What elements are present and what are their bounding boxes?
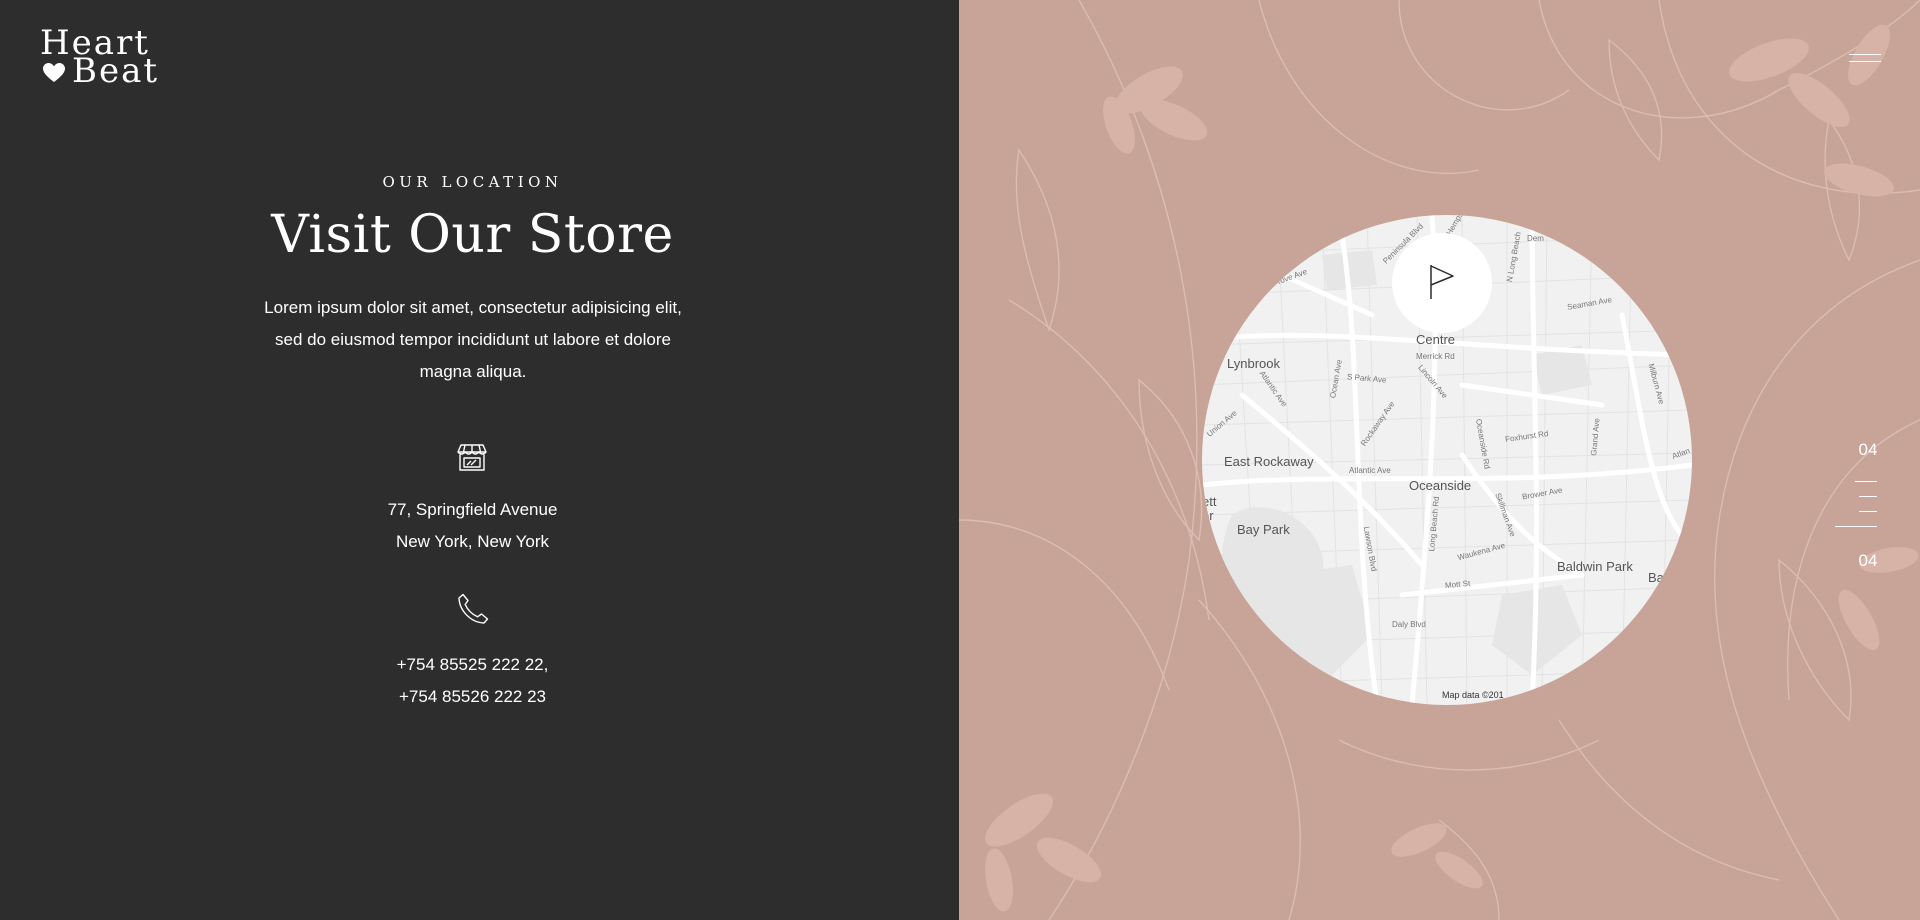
map-place-ett: ett (1202, 494, 1217, 509)
map-street-daly: Daly Blvd (1392, 620, 1426, 629)
pager-total: 04 (1858, 551, 1878, 570)
map-street-atlantic-2: Atlantic Ave (1349, 466, 1391, 475)
pager-tick-active[interactable] (1835, 526, 1877, 527)
map-place-baldwin-park: Baldwin Park (1557, 559, 1633, 574)
address-line-2: New York, New York (395, 532, 550, 551)
heart-icon (43, 63, 65, 82)
right-panel: Lynbrook Centre East Rockaway Oceanside … (959, 0, 1920, 920)
pager-tick[interactable] (1859, 511, 1877, 512)
intro-text: Lorem ipsum dolor sit amet, consectetur … (264, 298, 682, 381)
logo-text-beat: Beat (72, 51, 160, 91)
menu-icon-line-bottom (1849, 61, 1881, 62)
map-place-east-rockaway: East Rockaway (1224, 454, 1314, 469)
map-place-lynbrook: Lynbrook (1227, 356, 1280, 371)
map-place-bay-park: Bay Park (1237, 522, 1290, 537)
menu-button[interactable] (1849, 52, 1883, 64)
map-attribution[interactable]: Map data ©201 (1442, 690, 1504, 700)
location-map[interactable]: Lynbrook Centre East Rockaway Oceanside … (1202, 215, 1692, 705)
phone-numbers: +754 85525 222 22, +754 85526 222 23 (0, 649, 945, 713)
map-place-or: or (1202, 508, 1214, 523)
map-pin[interactable] (1392, 233, 1492, 333)
section-eyebrow: OUR LOCATION (382, 173, 563, 191)
flag-icon (1430, 265, 1454, 299)
menu-icon-line-top (1849, 54, 1881, 55)
address-line-1: 77, Springfield Avenue (387, 500, 558, 519)
map-street-merrick: Merrick Rd (1416, 352, 1455, 361)
map-street-dem: Dem (1527, 234, 1544, 243)
map-place-centre: Centre (1416, 332, 1456, 347)
phone-line-1[interactable]: +754 85525 222 22, (0, 649, 945, 681)
pager-tick[interactable] (1855, 481, 1877, 482)
page-title: Visit Our Store (271, 205, 674, 265)
pager-tick[interactable] (1859, 496, 1877, 497)
logo[interactable]: Heart Beat (40, 26, 165, 88)
store-icon (457, 444, 487, 471)
pager-current: 04 (1858, 440, 1878, 459)
left-panel: Heart Beat OUR LOCATION Visit Our Store … (0, 0, 959, 920)
phone-line-2[interactable]: +754 85526 222 23 (0, 681, 945, 713)
map-place-ba: Ba (1648, 570, 1664, 585)
store-address: 77, Springfield Avenue New York, New Yor… (0, 494, 945, 558)
map-place-oceanside: Oceanside (1409, 478, 1472, 493)
phone-icon (458, 593, 489, 624)
